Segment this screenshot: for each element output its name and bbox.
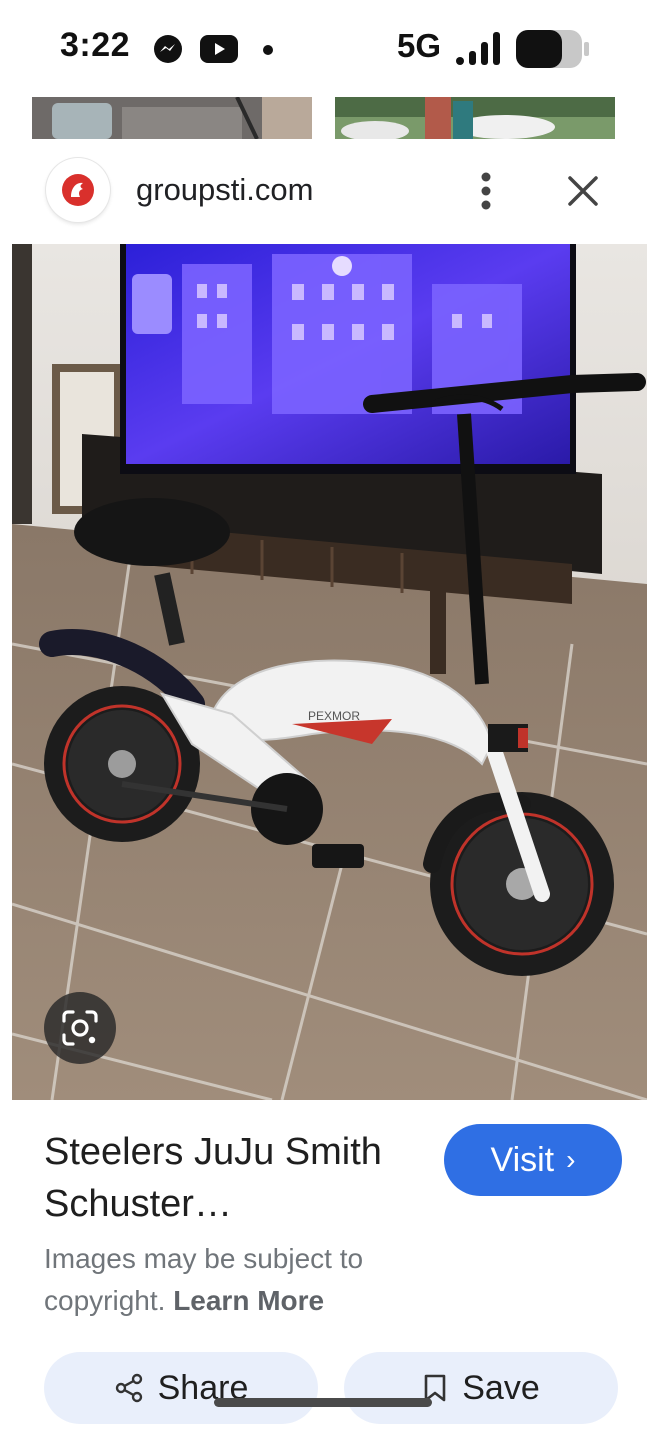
share-button[interactable]: Share <box>44 1352 318 1424</box>
chevron-right-icon: › <box>566 1144 576 1175</box>
status-bar: 3:22 5G <box>0 0 647 96</box>
share-icon <box>115 1373 142 1403</box>
phone-screen: 3:22 5G groupsti.com PEXMOR Steelers JuJ… <box>0 0 647 1440</box>
youtube-icon <box>200 35 238 63</box>
site-domain[interactable]: groupsti.com <box>136 172 313 208</box>
rooster-logo-icon <box>62 174 94 206</box>
close-icon <box>568 176 598 206</box>
svg-text:PEXMOR: PEXMOR <box>308 709 360 723</box>
lens-search-button[interactable] <box>44 992 116 1064</box>
more-vert-icon <box>481 172 491 210</box>
visit-button[interactable]: Visit › <box>444 1124 622 1196</box>
more-options-button[interactable] <box>466 166 506 216</box>
save-button-label: Save <box>462 1368 540 1407</box>
dot-icon <box>263 45 273 55</box>
battery-icon <box>516 30 589 68</box>
status-time: 3:22 <box>60 26 131 64</box>
save-button[interactable]: Save <box>344 1352 618 1424</box>
home-indicator[interactable] <box>214 1398 432 1407</box>
lens-icon <box>62 1010 98 1046</box>
e-bike-photo: PEXMOR <box>12 244 647 1100</box>
network-type: 5G <box>397 27 442 64</box>
site-favicon <box>46 158 110 222</box>
background-thumbnail[interactable] <box>32 97 312 139</box>
signal-icon <box>456 32 500 65</box>
learn-more-link[interactable]: Learn More <box>173 1285 324 1316</box>
visit-button-label: Visit <box>490 1140 555 1179</box>
image-title: Steelers JuJu Smith Schuster… <box>44 1131 382 1225</box>
copyright-notice: Images may be subject to copyright. Lear… <box>44 1238 444 1322</box>
preview-image[interactable]: PEXMOR <box>12 244 647 1100</box>
background-thumbnail[interactable] <box>335 97 615 139</box>
close-button[interactable] <box>558 166 608 216</box>
messenger-icon <box>154 35 182 63</box>
